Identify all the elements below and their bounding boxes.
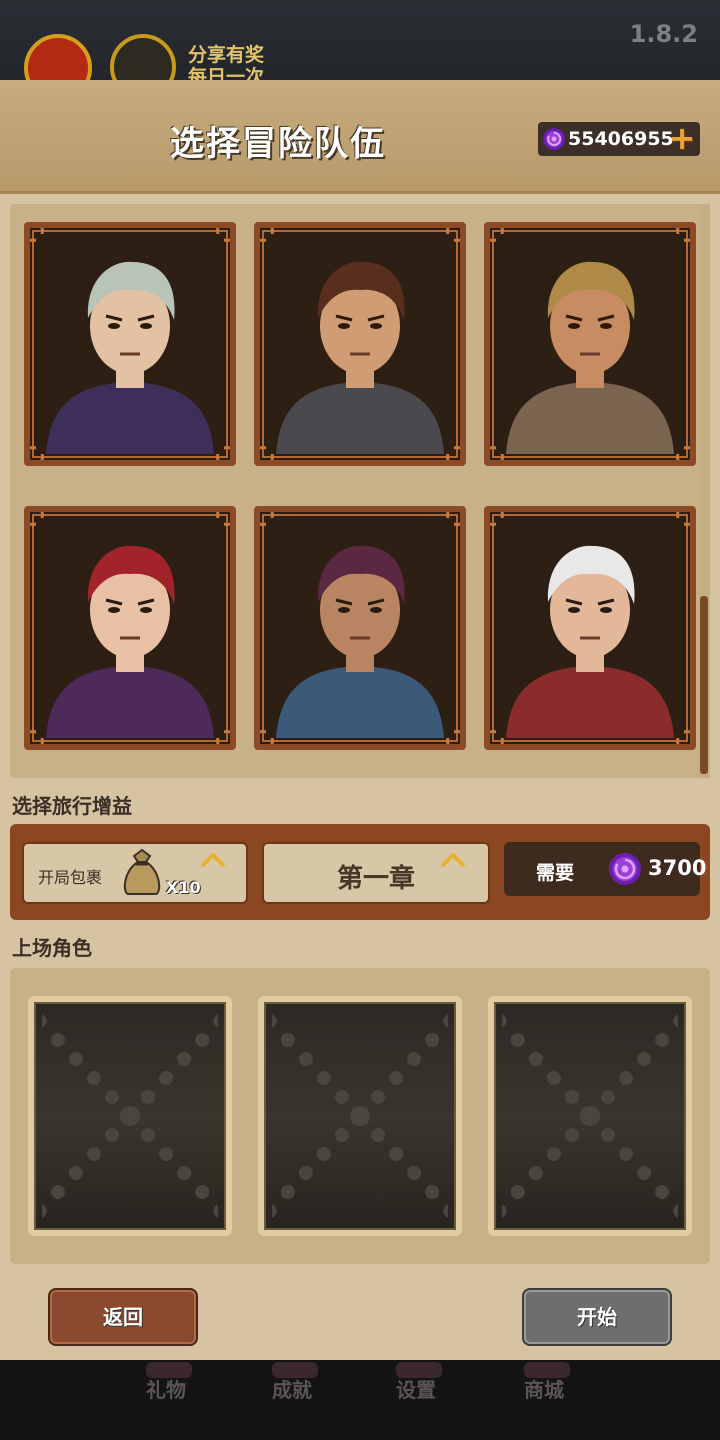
background-top-bar xyxy=(0,0,720,80)
portrait-shaman xyxy=(266,518,454,738)
bag-icon xyxy=(123,848,161,895)
page-title: 选择冒险队伍 xyxy=(170,124,386,164)
pack-label: 开局包裹 xyxy=(38,868,103,887)
portrait-necromancer xyxy=(36,234,224,454)
background-bottom-nav xyxy=(0,1360,720,1440)
currency-display: 55406955 + xyxy=(538,122,700,156)
chevron-up-icon xyxy=(200,853,226,868)
start-button[interactable]: 开始 xyxy=(522,1288,672,1346)
boost-bar: 开局包裹 X10 第一章 需要 3700 xyxy=(10,824,710,920)
chapter-select-button[interactable]: 第一章 xyxy=(262,842,490,904)
nav-gift: 礼物 xyxy=(146,1378,186,1402)
roster-scrollbar[interactable] xyxy=(698,204,710,778)
nav-achievement: 成就 xyxy=(272,1378,312,1402)
party-section-label: 上场角色 xyxy=(12,936,92,960)
empty-slot-x-icon xyxy=(272,1014,448,1218)
character-card-ranger[interactable] xyxy=(484,222,696,466)
party-slot-1[interactable] xyxy=(28,996,232,1236)
version-label: 1.8.2 xyxy=(629,20,698,48)
back-button[interactable]: 返回 xyxy=(48,1288,198,1346)
character-card-warrior[interactable] xyxy=(254,222,466,466)
cost-display: 需要 3700 xyxy=(504,842,706,896)
pack-count: X10 xyxy=(166,878,201,897)
party-slots xyxy=(10,968,710,1264)
screen: 分享有奖 每日一次 1.8.2 礼物 成就 设置 商城 选择冒险队伍 55406… xyxy=(0,0,720,1440)
plus-icon[interactable]: + xyxy=(668,122,696,154)
nav-settings: 设置 xyxy=(396,1378,436,1402)
panel-header: 选择冒险队伍 55406955 + xyxy=(0,80,720,194)
cost-label: 需要 xyxy=(536,862,575,884)
empty-slot-x-icon xyxy=(502,1014,678,1218)
empty-slot-x-icon xyxy=(42,1014,218,1218)
purple-gem-icon xyxy=(543,128,565,150)
party-slot-2[interactable] xyxy=(258,996,462,1236)
party-slot-3[interactable] xyxy=(488,996,692,1236)
share-line-1: 分享有奖 xyxy=(188,44,265,66)
portrait-mage xyxy=(496,518,684,738)
starting-pack-button[interactable]: 开局包裹 X10 xyxy=(22,842,248,904)
portrait-ranger xyxy=(496,234,684,454)
team-select-panel: 选择冒险队伍 55406955 + 选择旅行增益 开局包裹 X10 第一章 需要… xyxy=(0,80,720,1360)
chevron-up-icon xyxy=(440,853,466,868)
nav-shop: 商城 xyxy=(524,1378,564,1402)
character-card-assassin[interactable] xyxy=(24,506,236,750)
boost-section-label: 选择旅行增益 xyxy=(12,794,132,818)
purple-gem-icon xyxy=(609,853,641,885)
portrait-warrior xyxy=(266,234,454,454)
scroll-thumb[interactable] xyxy=(700,596,708,774)
currency-amount: 55406955 xyxy=(568,128,674,150)
character-card-necromancer[interactable] xyxy=(24,222,236,466)
character-card-shaman[interactable] xyxy=(254,506,466,750)
cost-amount: 3700 xyxy=(648,856,707,880)
character-card-mage[interactable] xyxy=(484,506,696,750)
portrait-assassin xyxy=(36,518,224,738)
